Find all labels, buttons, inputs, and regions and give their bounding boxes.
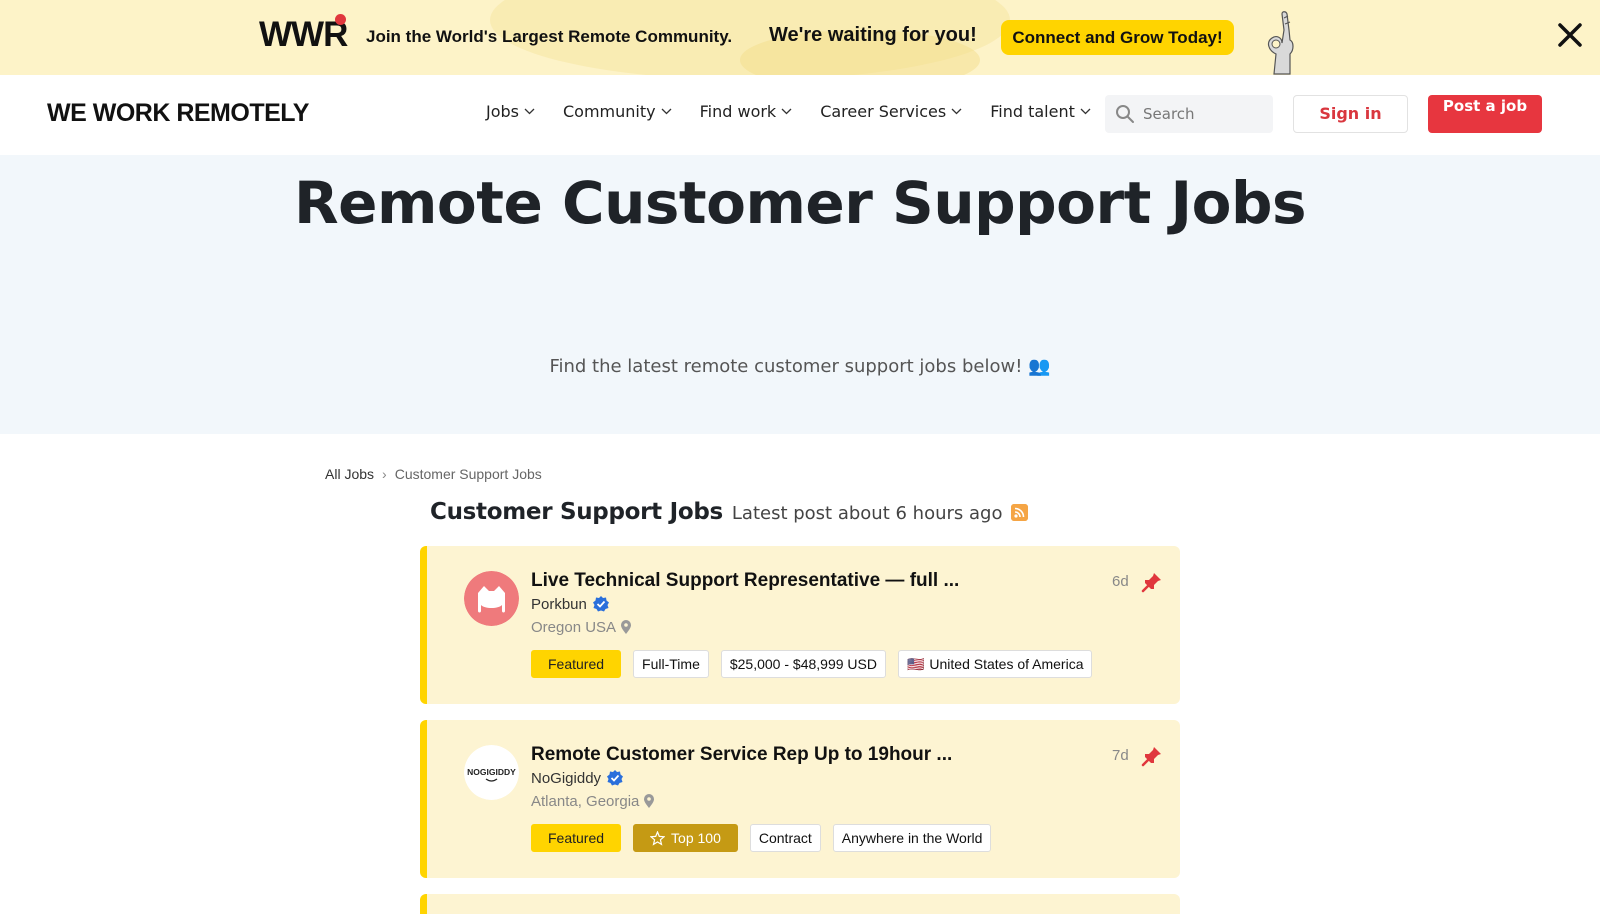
featured-badge: Featured bbox=[531, 824, 622, 852]
promo-banner: WWR Join the World's Largest Remote Comm… bbox=[0, 0, 1600, 75]
location-label: Atlanta, Georgia bbox=[531, 793, 640, 810]
latest-post-text: Latest post about 6 hours ago bbox=[731, 503, 1003, 524]
ok-hand-icon bbox=[1267, 11, 1294, 75]
search-input[interactable] bbox=[1143, 105, 1263, 123]
chevron-down-icon bbox=[661, 108, 672, 115]
top-100-badge: Top 100 bbox=[633, 824, 738, 852]
chevron-down-icon bbox=[524, 108, 535, 115]
nav-item-find-talent[interactable]: Find talent bbox=[990, 102, 1091, 121]
company-name: Porkbun bbox=[531, 595, 610, 613]
job-location: Atlanta, Georgia bbox=[531, 793, 655, 810]
chevron-down-icon bbox=[951, 108, 962, 115]
sign-in-button[interactable]: Sign in bbox=[1293, 95, 1408, 133]
nav-item-label: Find work bbox=[699, 102, 777, 121]
porkbun-logo bbox=[464, 571, 519, 626]
nav-item-label: Career Services bbox=[820, 102, 947, 121]
salary-tag: $25,000 - $48,999 USD bbox=[720, 650, 886, 678]
hero-subtitle: Find the latest remote customer support … bbox=[549, 356, 1051, 377]
pin-icon[interactable] bbox=[1141, 745, 1163, 767]
nav-item-community[interactable]: Community bbox=[563, 102, 672, 121]
company-name: NoGigiddy bbox=[531, 769, 624, 787]
svg-text:NOGIGIDDY: NOGIGIDDY bbox=[467, 767, 516, 777]
verified-badge-icon bbox=[607, 770, 624, 786]
region-tag: 🇺🇸 United States of America bbox=[897, 650, 1093, 678]
pin-icon[interactable] bbox=[1141, 571, 1163, 593]
nav-item-label: Jobs bbox=[486, 102, 519, 121]
wwr-logo[interactable]: WWR bbox=[259, 16, 348, 54]
post-job-button[interactable]: Post a job bbox=[1428, 95, 1542, 133]
breadcrumb-separator: › bbox=[382, 466, 387, 482]
nav-item-label: Community bbox=[563, 102, 656, 121]
chevron-down-icon bbox=[1080, 108, 1091, 115]
section-title: Customer Support Jobs bbox=[430, 499, 723, 525]
job-card[interactable]: Live Technical Support Representative — … bbox=[420, 546, 1180, 704]
job-type-tag: Contract bbox=[749, 824, 821, 852]
nav-item-find-work[interactable]: Find work bbox=[700, 102, 793, 121]
job-location: Oregon USA bbox=[531, 619, 632, 636]
verified-badge-icon bbox=[592, 596, 609, 612]
us-flag-icon: 🇺🇸 bbox=[906, 656, 925, 672]
brand-logo[interactable]: WE WORK REMOTELY bbox=[47, 99, 309, 128]
location-pin-icon bbox=[644, 794, 655, 808]
nav-menu: Jobs Community Find work Career Services… bbox=[486, 102, 1119, 121]
search-box bbox=[1105, 95, 1273, 133]
featured-badge: Featured bbox=[531, 650, 622, 678]
job-title[interactable]: Remote Customer Service Rep Up to 19hour… bbox=[531, 744, 952, 766]
section-heading: Customer Support Jobs Latest post about … bbox=[430, 499, 1029, 525]
nogigiddy-logo: NOGIGIDDY bbox=[464, 745, 519, 800]
page-title: Remote Customer Support Jobs bbox=[294, 169, 1307, 237]
job-type-tag: Full-Time bbox=[633, 650, 709, 678]
region-tag: Anywhere in the World bbox=[832, 824, 992, 852]
rss-icon[interactable] bbox=[1011, 504, 1029, 521]
breadcrumb-all-jobs[interactable]: All Jobs bbox=[325, 466, 374, 482]
location-label: Oregon USA bbox=[531, 619, 617, 636]
logo-dot-icon bbox=[335, 14, 346, 25]
hero-section: Remote Customer Support Jobs Find the la… bbox=[0, 155, 1600, 434]
region-label: United States of America bbox=[929, 656, 1084, 672]
connect-cta-button[interactable]: Connect and Grow Today! bbox=[1001, 20, 1234, 55]
job-tags: Featured Full-Time $25,000 - $48,999 USD… bbox=[531, 650, 1093, 678]
company-label: Porkbun bbox=[531, 595, 587, 613]
job-tags: Featured Top 100 Contract Anywhere in th… bbox=[531, 824, 992, 852]
job-title[interactable]: Live Technical Support Representative — … bbox=[531, 570, 959, 592]
star-icon bbox=[650, 830, 666, 846]
close-icon[interactable] bbox=[1555, 17, 1585, 51]
breadcrumb-current: Customer Support Jobs bbox=[394, 466, 542, 482]
main-navigation: WE WORK REMOTELY Jobs Community Find wor… bbox=[0, 75, 1600, 155]
promo-waiting-text: We're waiting for you! bbox=[769, 24, 977, 46]
location-pin-icon bbox=[621, 620, 632, 634]
nav-item-career-services[interactable]: Career Services bbox=[820, 102, 962, 121]
promo-join-text: Join the World's Largest Remote Communit… bbox=[366, 27, 733, 46]
company-label: NoGigiddy bbox=[531, 769, 602, 787]
search-icon bbox=[1116, 105, 1134, 123]
top-100-label: Top 100 bbox=[671, 830, 721, 846]
nav-item-label: Find talent bbox=[990, 102, 1075, 121]
nav-item-jobs[interactable]: Jobs bbox=[486, 102, 535, 121]
breadcrumb: All Jobs › Customer Support Jobs bbox=[325, 466, 542, 482]
job-card[interactable] bbox=[420, 894, 1180, 914]
job-card[interactable]: NOGIGIDDY Remote Customer Service Rep Up… bbox=[420, 720, 1180, 878]
post-age: 6d bbox=[1112, 573, 1129, 590]
post-age: 7d bbox=[1112, 747, 1129, 764]
chevron-down-icon bbox=[781, 108, 792, 115]
